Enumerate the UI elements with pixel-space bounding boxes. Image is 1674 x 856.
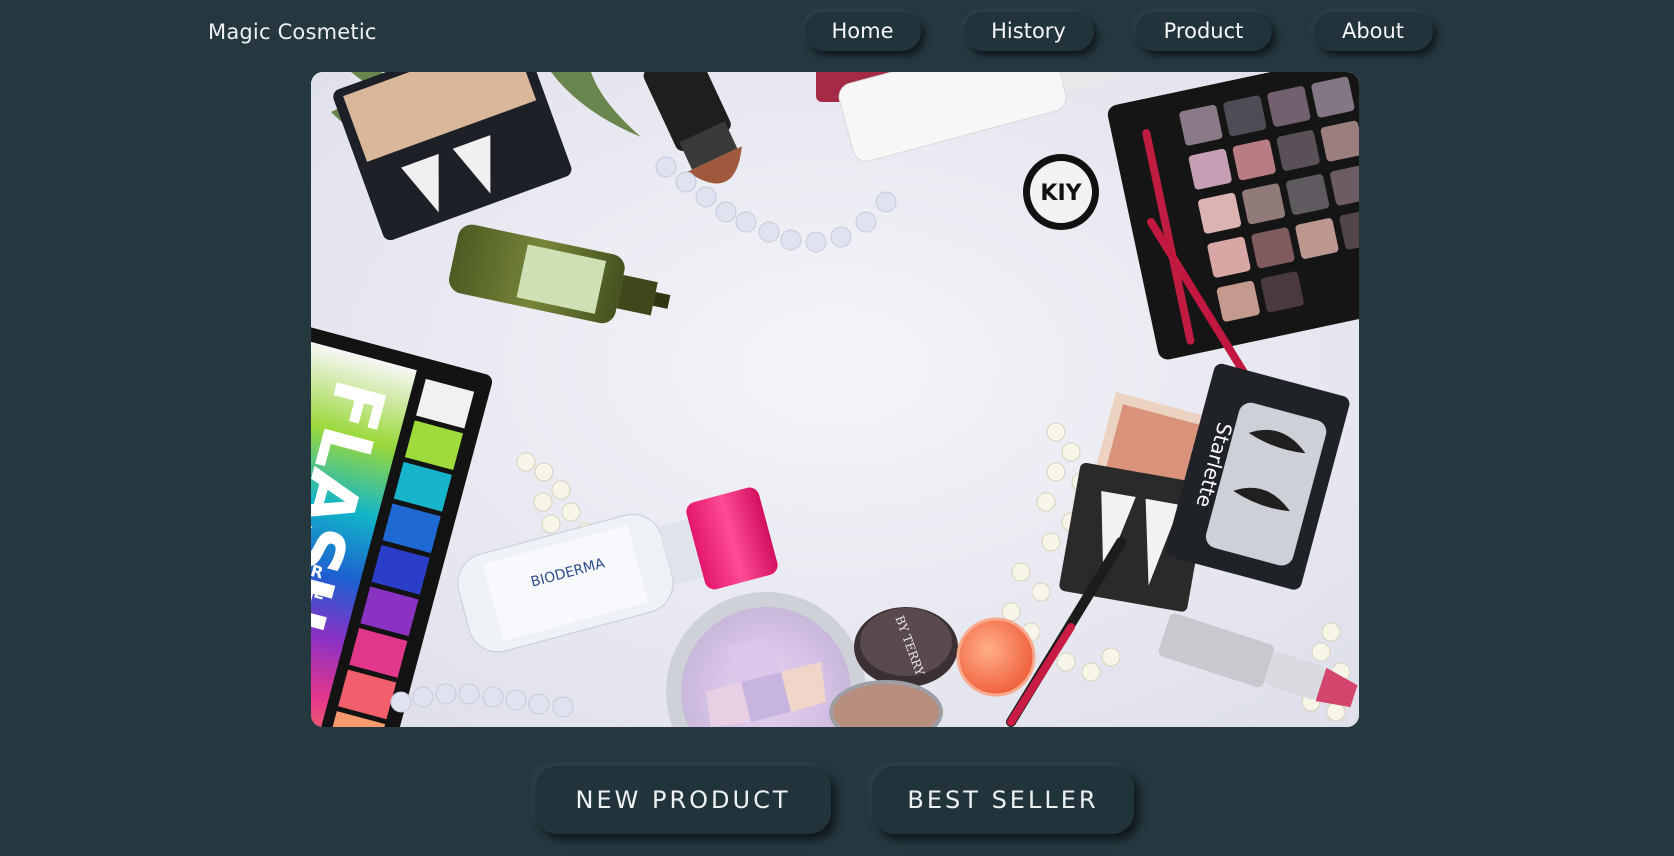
hero-image: KIY FLASH OR TTE Starlette BIODERMA BY T… xyxy=(311,72,1359,727)
new-product-button[interactable]: NEW PRODUCT xyxy=(535,766,831,834)
nav-about-button[interactable]: About xyxy=(1313,12,1433,51)
svg-text:KIY: KIY xyxy=(1040,181,1082,206)
kiy-jar: KIY xyxy=(1023,154,1099,230)
nav-history-button[interactable]: History xyxy=(963,12,1094,51)
best-seller-button[interactable]: BEST SELLER xyxy=(872,766,1134,834)
site-header: Magic Cosmetic Home History Product Abou… xyxy=(0,0,1674,68)
hero-carousel[interactable]: KIY FLASH OR TTE Starlette BIODERMA BY T… xyxy=(311,72,1359,727)
nav-product-button[interactable]: Product xyxy=(1135,12,1272,51)
nav-home-button[interactable]: Home xyxy=(804,12,921,51)
brand-logo[interactable]: Magic Cosmetic xyxy=(208,20,377,44)
